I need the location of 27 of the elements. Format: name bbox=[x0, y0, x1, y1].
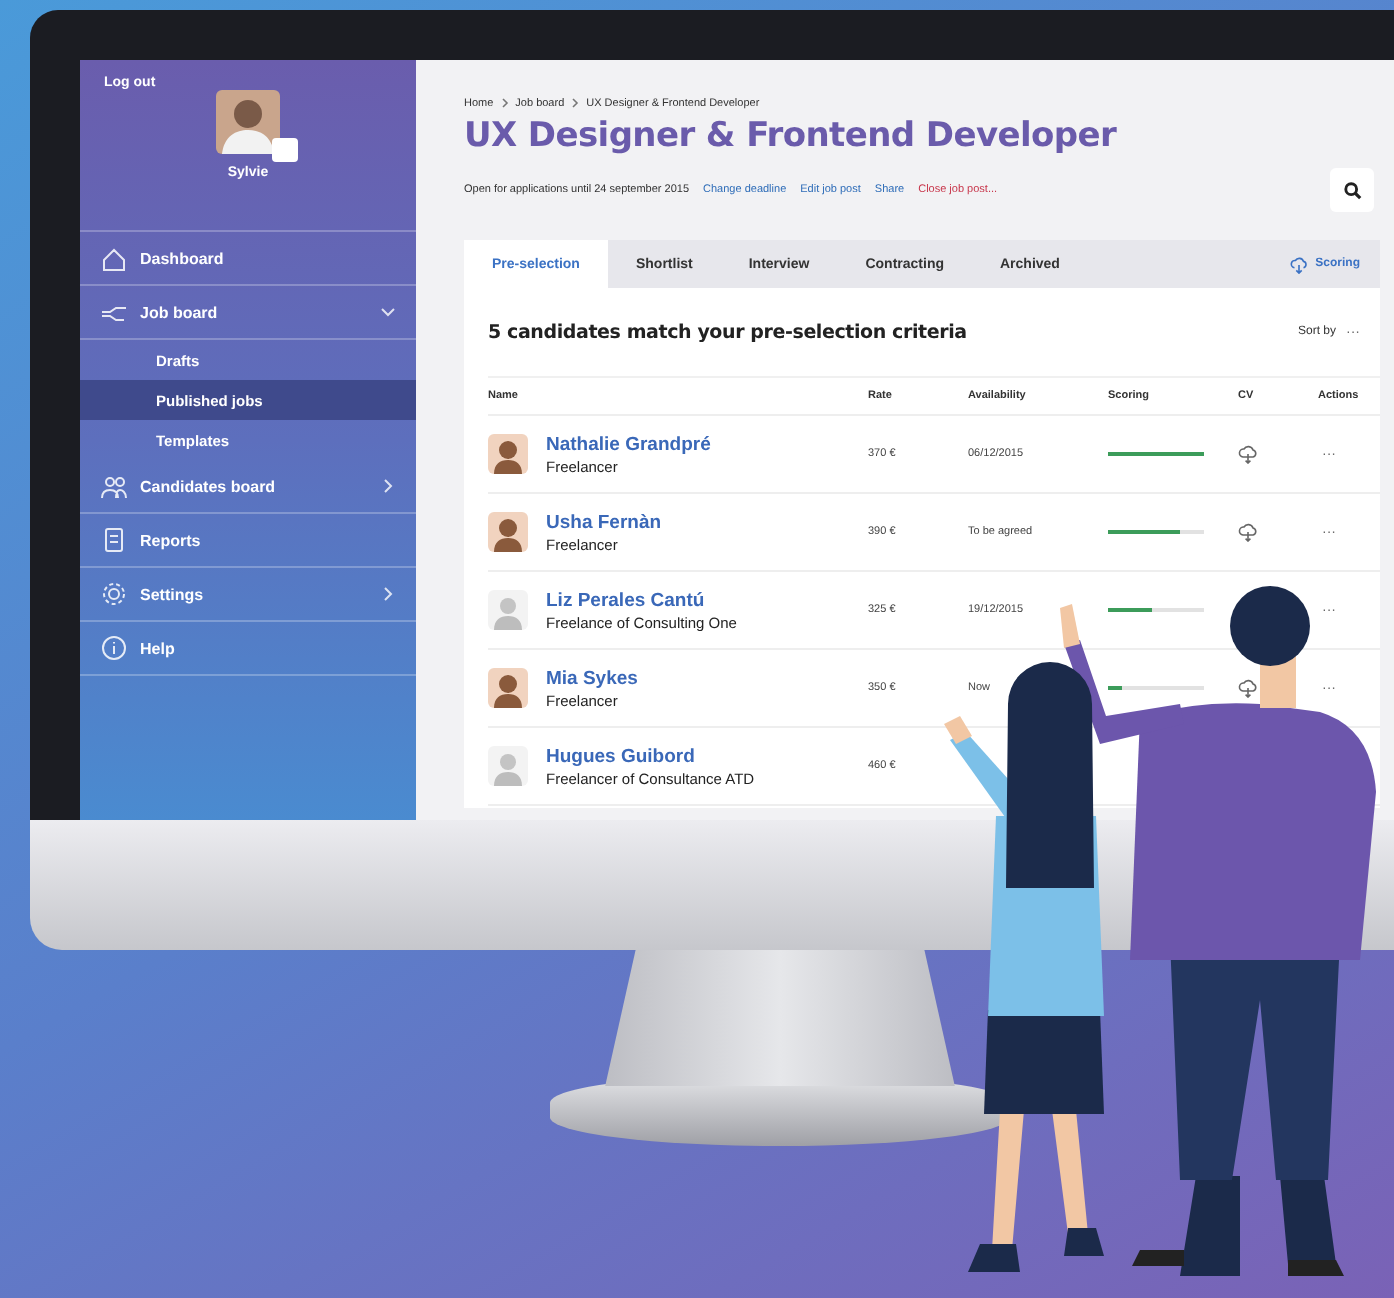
candidate-name-link[interactable]: Usha Fernàn bbox=[546, 511, 662, 533]
cloud-icon bbox=[1238, 522, 1258, 542]
search-icon bbox=[1343, 181, 1361, 199]
avatar-icon bbox=[488, 668, 528, 708]
candidate-name-link[interactable]: Hugues Guibord bbox=[546, 745, 755, 767]
search-button[interactable] bbox=[1330, 168, 1374, 212]
cloud-icon bbox=[1238, 678, 1258, 698]
avatar-icon bbox=[488, 590, 528, 630]
home-icon bbox=[100, 244, 128, 272]
cloud-icon bbox=[1289, 255, 1308, 273]
document-icon bbox=[100, 526, 128, 554]
people-icon bbox=[100, 472, 128, 500]
info-icon bbox=[100, 634, 128, 662]
cloud-icon bbox=[1238, 444, 1258, 464]
page-title: UX Designer & Frontend Developer bbox=[464, 116, 1119, 156]
avatar-icon bbox=[488, 434, 528, 474]
candidate-name-link[interactable]: Mia Sykes bbox=[546, 667, 638, 689]
avatar-badge bbox=[272, 138, 298, 162]
avatar-icon bbox=[488, 746, 528, 786]
avatar-icon bbox=[216, 90, 280, 154]
card-heading: 5 candidates match your pre-selection criteria bbox=[488, 321, 967, 343]
chevron-right-icon bbox=[499, 98, 510, 108]
chevron-right-icon bbox=[570, 98, 581, 108]
gear-icon bbox=[100, 580, 128, 608]
candidate-name-link[interactable]: Liz Perales Cantú bbox=[546, 589, 737, 611]
candidate-name-link[interactable]: Nathalie Grandpré bbox=[546, 433, 711, 455]
avatar-icon bbox=[488, 512, 528, 552]
